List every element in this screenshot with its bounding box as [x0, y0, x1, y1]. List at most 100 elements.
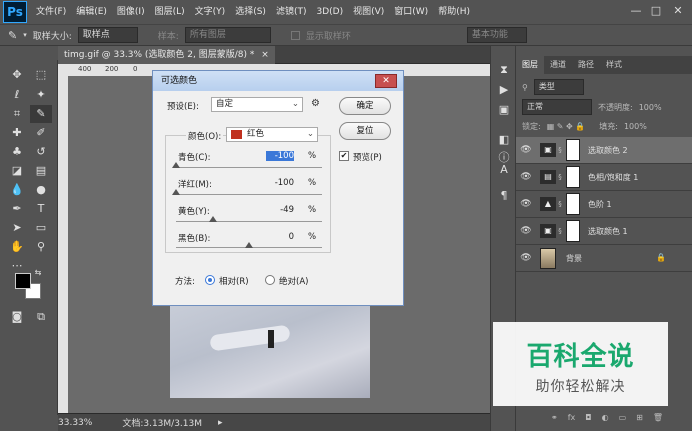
workspace-select[interactable]: 基本功能: [466, 27, 527, 43]
hand-tool-icon[interactable]: ✋: [6, 238, 28, 256]
history-panel-icon[interactable]: ⧗: [496, 62, 512, 78]
menu-file[interactable]: 文件(F): [31, 0, 71, 24]
move-tool-icon[interactable]: ✥: [6, 66, 28, 84]
gradient-tool-icon[interactable]: ▤: [30, 162, 52, 180]
tool-preset-chevron-icon[interactable]: ▾: [23, 31, 27, 39]
layer-row[interactable]: 👁 ▣ § 选取颜色 2: [516, 137, 692, 164]
relative-radio[interactable]: [205, 275, 215, 285]
trash-icon[interactable]: 🗑: [653, 413, 663, 422]
close-window-button[interactable]: ✕: [670, 3, 686, 19]
document-tab[interactable]: timg.gif @ 33.3% (选取颜色 2, 图层蒙版/8) * ×: [58, 46, 275, 64]
eye-icon[interactable]: 👁: [516, 226, 536, 236]
yellow-slider-thumb[interactable]: [209, 216, 218, 222]
background-thumb[interactable]: [540, 248, 556, 269]
cyan-slider-thumb[interactable]: [172, 162, 180, 168]
tab-styles[interactable]: 样式: [600, 56, 628, 74]
eye-icon[interactable]: 👁: [516, 253, 536, 263]
adjustments-panel-icon[interactable]: ◧: [496, 132, 512, 148]
status-menu-arrow-icon[interactable]: ▸: [218, 418, 223, 428]
link-layers-icon[interactable]: ⚭: [551, 413, 558, 422]
brush-tool-icon[interactable]: ✐: [30, 124, 52, 142]
menu-image[interactable]: 图像(I): [112, 0, 150, 24]
menu-window[interactable]: 窗口(W): [389, 0, 433, 24]
document-photo[interactable]: [170, 300, 370, 398]
character-panel-icon[interactable]: A: [496, 162, 512, 178]
opacity-value[interactable]: 100%: [639, 103, 662, 112]
foreground-color-swatch[interactable]: [15, 273, 31, 289]
quick-select-tool-icon[interactable]: ✦: [30, 86, 52, 104]
layer-mask-thumb[interactable]: [566, 193, 580, 215]
layer-mask-thumb[interactable]: [566, 220, 580, 242]
layer-style-icon[interactable]: fx: [568, 413, 576, 422]
tab-channels[interactable]: 通道: [544, 56, 572, 74]
layer-mask-thumb[interactable]: [566, 139, 580, 161]
cyan-value[interactable]: -100: [266, 151, 294, 161]
zoom-level[interactable]: 33.33%: [58, 418, 92, 428]
absolute-radio[interactable]: [265, 275, 275, 285]
pen-tool-icon[interactable]: ✒: [6, 200, 28, 218]
swap-colors-icon[interactable]: ⇆: [32, 268, 44, 278]
document-size[interactable]: 文档:3.13M/3.13M: [122, 416, 202, 429]
gear-icon[interactable]: ⚙: [311, 98, 320, 109]
clone-stamp-tool-icon[interactable]: ♣: [6, 143, 28, 161]
eraser-tool-icon[interactable]: ◪: [6, 162, 28, 180]
sample-size-select[interactable]: 取样点: [77, 27, 138, 43]
lock-icons[interactable]: ▦ ✎ ✥ 🔒: [547, 122, 586, 131]
menu-type[interactable]: 文字(Y): [190, 0, 231, 24]
adjustment-layer-icon[interactable]: ◐: [602, 413, 609, 422]
properties-panel-icon[interactable]: ▣: [496, 102, 512, 118]
crop-tool-icon[interactable]: ⌗: [6, 105, 28, 123]
marquee-tool-icon[interactable]: ⬚: [30, 66, 52, 84]
blend-mode-select[interactable]: 正常: [522, 99, 592, 115]
eye-icon[interactable]: 👁: [516, 172, 536, 182]
menu-layer[interactable]: 图层(L): [150, 0, 190, 24]
history-brush-tool-icon[interactable]: ↺: [30, 143, 52, 161]
menu-view[interactable]: 视图(V): [348, 0, 389, 24]
sample-select[interactable]: 所有图层: [184, 27, 271, 43]
layer-row[interactable]: 👁 ▲ § 色阶 1: [516, 191, 692, 218]
menu-edit[interactable]: 编辑(E): [71, 0, 112, 24]
add-mask-icon[interactable]: ◘: [585, 413, 591, 422]
preset-select[interactable]: 自定 ⌄: [211, 97, 303, 112]
lasso-tool-icon[interactable]: ℓ: [6, 86, 28, 104]
paragraph-panel-icon[interactable]: ¶: [496, 188, 512, 204]
type-tool-icon[interactable]: T: [30, 200, 52, 218]
zoom-tool-icon[interactable]: ⚲: [30, 238, 52, 256]
layer-mask-thumb[interactable]: [566, 166, 580, 188]
quick-mask-icon[interactable]: ◙: [6, 308, 28, 326]
eyedropper-tool-icon[interactable]: ✎: [8, 29, 17, 42]
eye-icon[interactable]: 👁: [516, 199, 536, 209]
preview-checkbox[interactable]: ✔: [339, 151, 349, 161]
tab-layers[interactable]: 图层: [516, 56, 544, 74]
dialog-title-bar[interactable]: 可选颜色 ✕: [153, 71, 403, 91]
menu-filter[interactable]: 滤镜(T): [271, 0, 312, 24]
tab-paths[interactable]: 路径: [572, 56, 600, 74]
minimize-button[interactable]: —: [628, 3, 644, 19]
menu-help[interactable]: 帮助(H): [433, 0, 475, 24]
show-ring-checkbox[interactable]: [290, 30, 300, 40]
layer-row[interactable]: 👁 背景 🔒: [516, 245, 692, 272]
blur-tool-icon[interactable]: 💧: [6, 181, 28, 199]
colors-select[interactable]: 红色 ⌄: [226, 127, 318, 142]
new-layer-icon[interactable]: ⊞: [636, 413, 643, 422]
actions-play-icon[interactable]: ▶: [496, 82, 512, 98]
eye-icon[interactable]: 👁: [516, 145, 536, 155]
black-slider-thumb[interactable]: [245, 242, 253, 248]
magenta-value[interactable]: -100: [266, 178, 294, 188]
new-group-icon[interactable]: ▭: [619, 413, 627, 422]
layer-row[interactable]: 👁 ▣ § 选取颜色 1: [516, 218, 692, 245]
maximize-button[interactable]: □: [648, 3, 664, 19]
eyedropper-tool-icon[interactable]: ✎: [30, 105, 52, 123]
black-value[interactable]: 0: [266, 232, 294, 242]
document-tab-close-icon[interactable]: ×: [261, 50, 269, 60]
magenta-slider-thumb[interactable]: [172, 189, 180, 195]
layer-row[interactable]: 👁 ▤ § 色相/饱和度 1: [516, 164, 692, 191]
menu-select[interactable]: 选择(S): [230, 0, 271, 24]
menu-3d[interactable]: 3D(D): [311, 0, 348, 24]
ok-button[interactable]: 确定: [339, 97, 391, 115]
path-selection-tool-icon[interactable]: ➤: [6, 219, 28, 237]
dodge-tool-icon[interactable]: ●: [30, 181, 52, 199]
yellow-value[interactable]: -49: [266, 205, 294, 215]
layer-kind-select[interactable]: 类型: [533, 79, 584, 95]
yellow-slider-track[interactable]: [176, 221, 322, 222]
